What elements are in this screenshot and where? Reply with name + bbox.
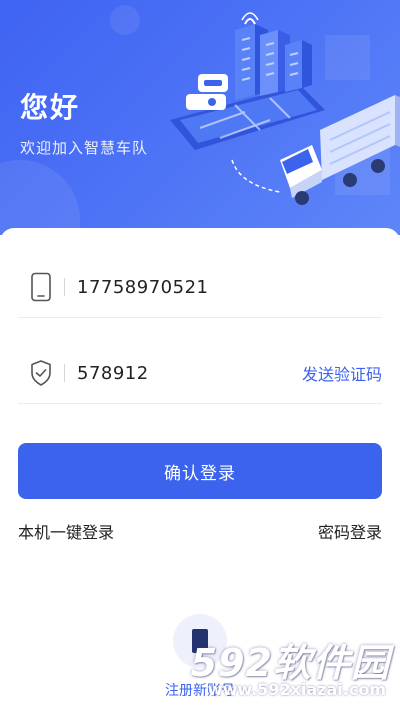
shield-check-icon <box>18 353 64 393</box>
one-click-login-link[interactable]: 本机一键登录 <box>18 519 114 543</box>
welcome-subtitle: 欢迎加入智慧车队 <box>20 139 149 157</box>
site-watermark: 592软件园 www.592xiazai.com <box>160 628 400 710</box>
send-code-button[interactable]: 发送验证码 <box>302 361 382 385</box>
phone-icon <box>18 267 64 307</box>
confirm-login-button[interactable]: 确认登录 <box>18 443 382 499</box>
watermark-url: www.592xiazai.com <box>207 680 386 699</box>
verification-code-input[interactable]: 578912 <box>77 363 302 384</box>
field-divider <box>64 278 65 296</box>
greeting-title: 您好 <box>20 91 81 124</box>
password-login-link[interactable]: 密码登录 <box>318 519 382 543</box>
phone-input[interactable]: 17758970521 <box>77 277 382 298</box>
hero-banner: 您好 欢迎加入智慧车队 <box>0 0 400 235</box>
verification-code-field[interactable]: 578912 发送验证码 <box>18 343 382 404</box>
phone-field[interactable]: 17758970521 <box>18 257 382 318</box>
decor-bubble <box>110 5 140 35</box>
field-divider <box>64 364 65 382</box>
watermark-logo: 592软件园 <box>190 641 390 685</box>
decor-bubble <box>0 160 80 235</box>
city-truck-illustration <box>170 12 400 205</box>
